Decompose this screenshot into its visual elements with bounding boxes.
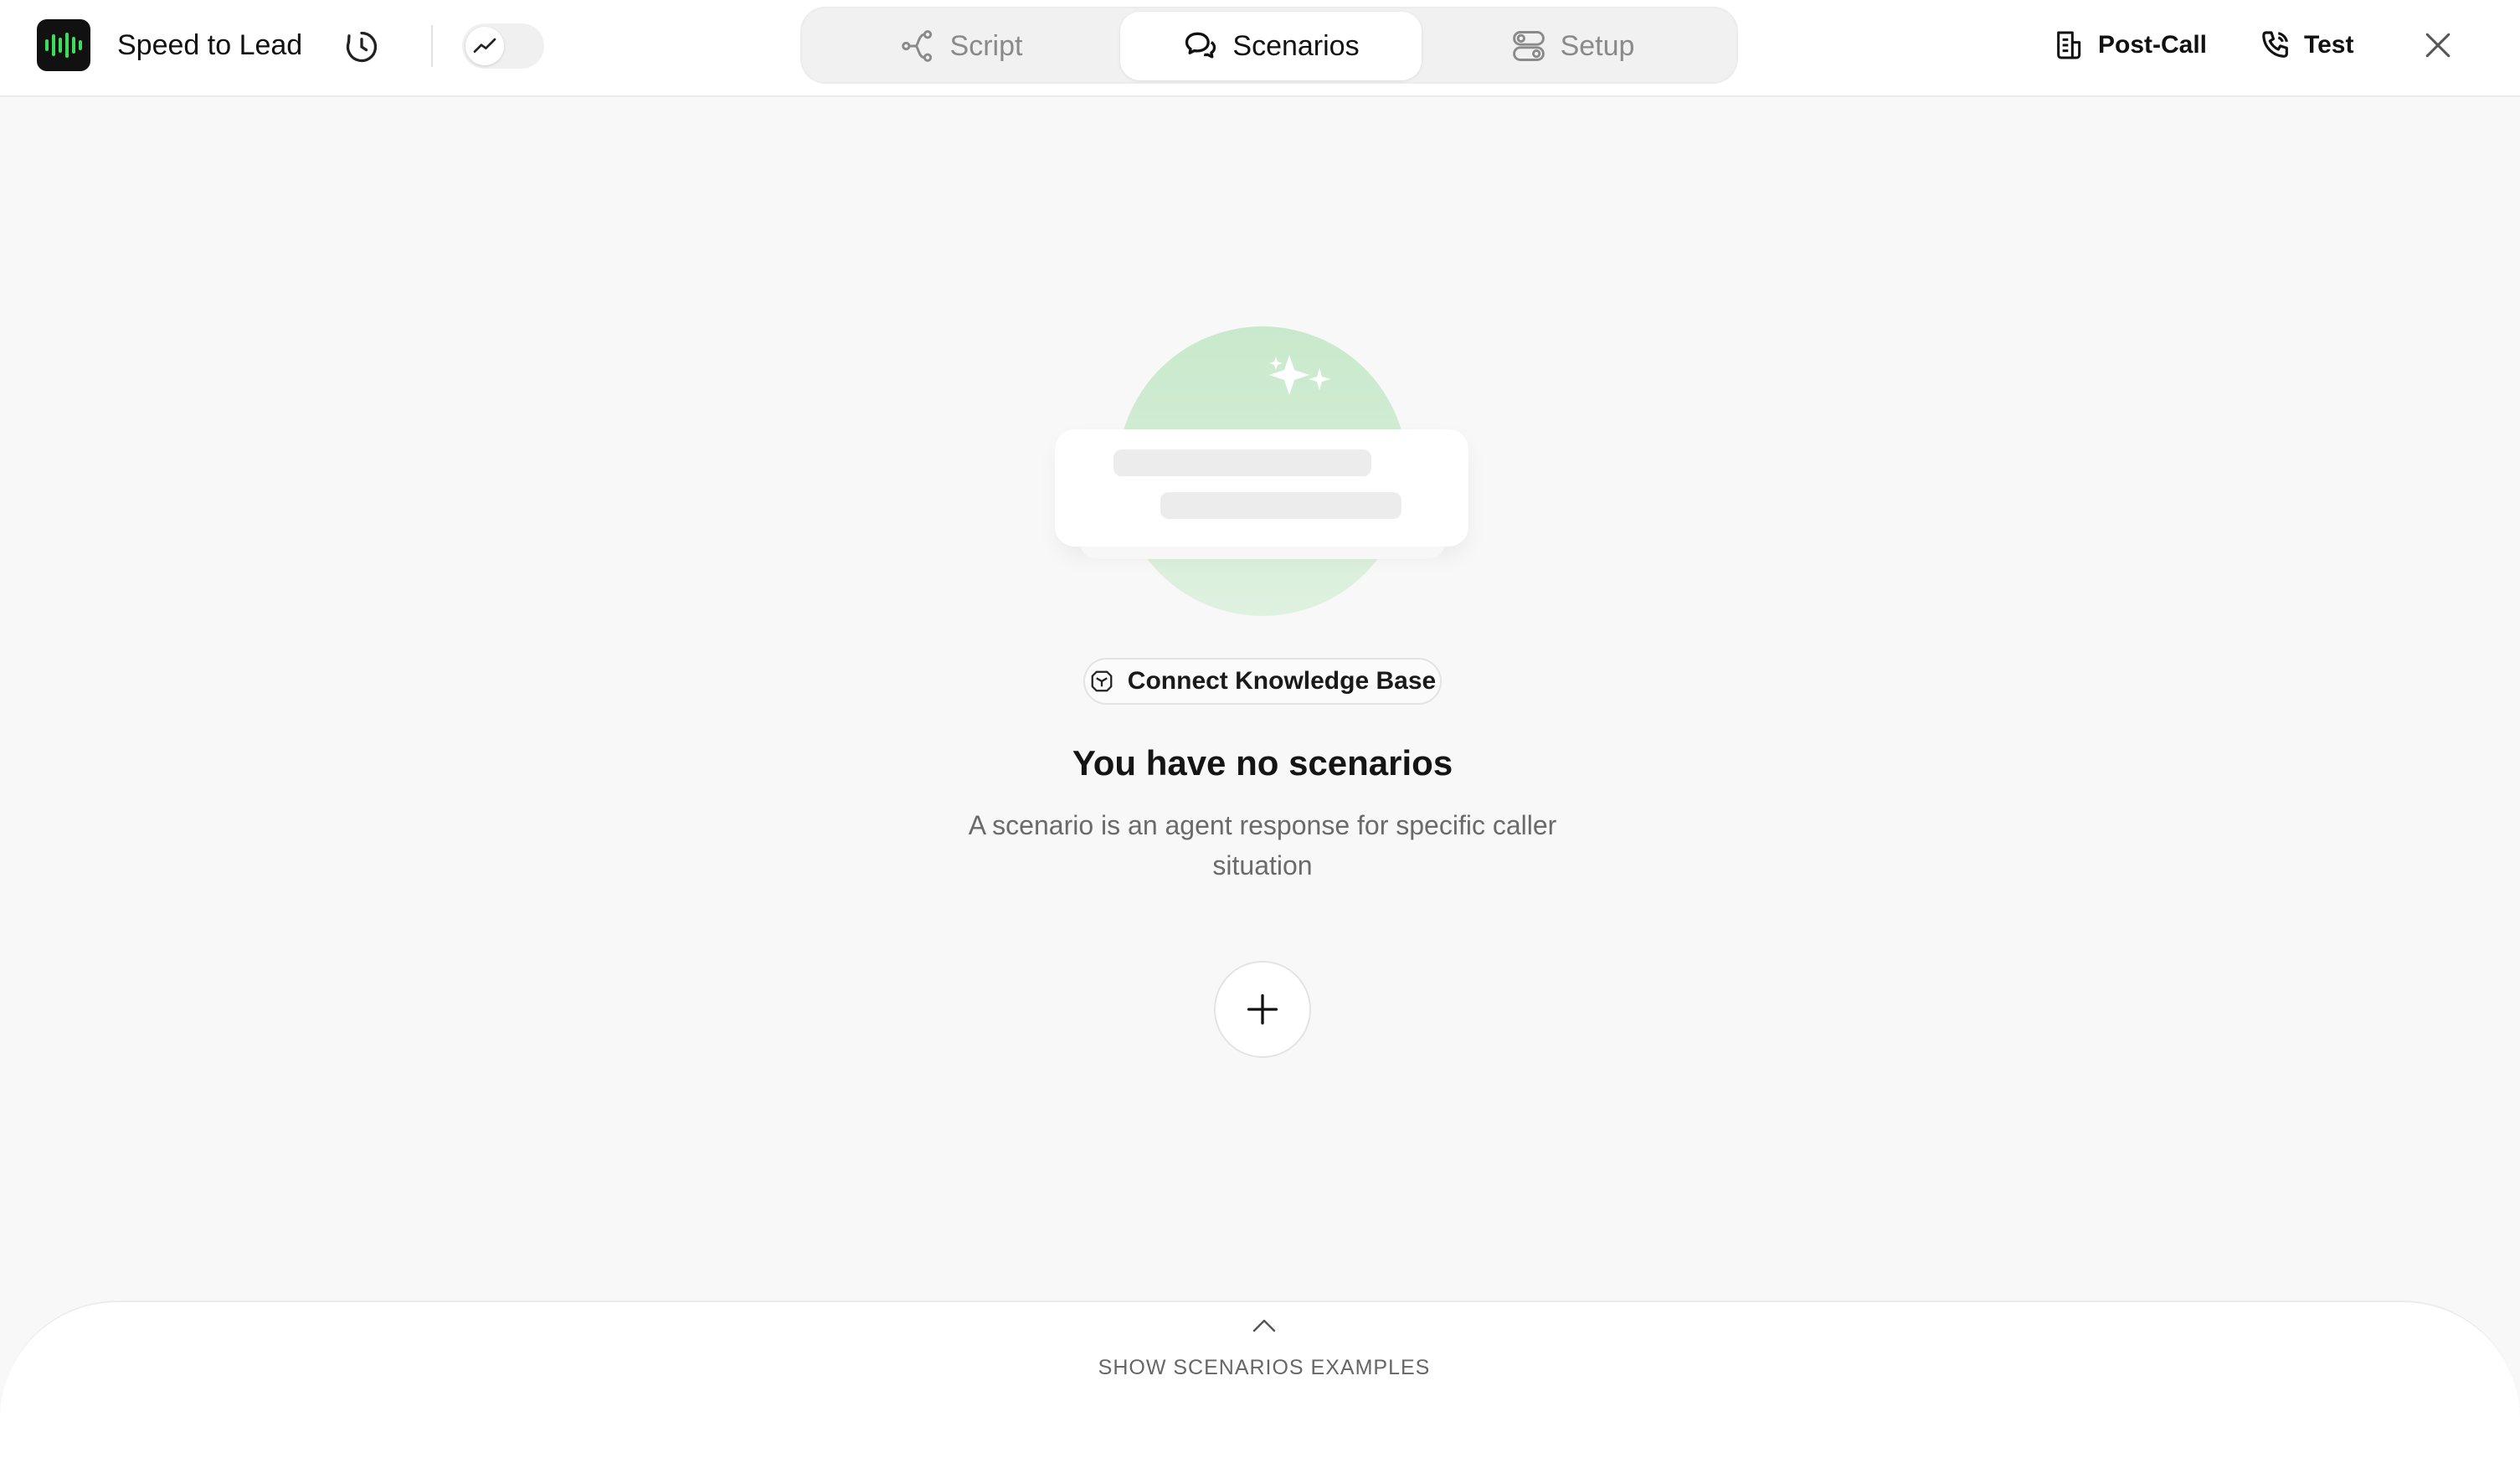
tab-script[interactable]: Script: [852, 12, 1070, 80]
waveform-icon[interactable]: [37, 19, 90, 71]
top-bar: Speed to Lead Script Scenarios Setup Pos…: [0, 0, 2520, 97]
document-icon: [2057, 31, 2081, 59]
phone-icon: [2262, 31, 2288, 58]
connect-knowledge-base-label: Connect Knowledge Base: [1127, 667, 1437, 695]
flow-icon: [901, 30, 932, 62]
connect-knowledge-base-button[interactable]: Connect Knowledge Base: [1083, 658, 1442, 705]
app-title: Speed to Lead: [117, 29, 303, 61]
empty-state-illustration: [1036, 318, 1489, 619]
plus-icon: [1247, 993, 1278, 1025]
close-icon[interactable]: [2420, 27, 2456, 64]
test-label: Test: [2304, 31, 2354, 59]
tab-scenarios[interactable]: Scenarios: [1120, 12, 1422, 80]
empty-state-description: A scenario is an agent response for spec…: [968, 810, 1557, 880]
show-examples-label[interactable]: SHOW SCENARIOS EXAMPLES: [921, 1356, 1607, 1380]
analytics-toggle[interactable]: [462, 23, 544, 69]
trend-icon: [465, 27, 504, 65]
tab-label: Setup: [1560, 29, 1635, 62]
tab-label: Scenarios: [1232, 29, 1360, 62]
knowledge-base-icon: [1091, 670, 1113, 692]
test-call-button[interactable]: Test: [2259, 23, 2353, 67]
mode-tabs: Script Scenarios Setup: [800, 7, 1738, 84]
tab-label: Script: [949, 29, 1023, 62]
tab-setup[interactable]: Setup: [1463, 12, 1681, 80]
post-call-label: Post-Call: [2098, 31, 2208, 59]
add-scenario-button[interactable]: [1214, 961, 1311, 1058]
empty-state-title: You have no scenarios: [1072, 743, 1453, 783]
chevron-up-icon[interactable]: [1251, 1316, 1278, 1336]
divider: [431, 25, 433, 67]
chat-icon: [1185, 32, 1216, 59]
history-icon[interactable]: [340, 25, 383, 69]
post-call-button[interactable]: Post-Call: [2053, 23, 2207, 67]
toggles-icon: [1512, 31, 1545, 61]
